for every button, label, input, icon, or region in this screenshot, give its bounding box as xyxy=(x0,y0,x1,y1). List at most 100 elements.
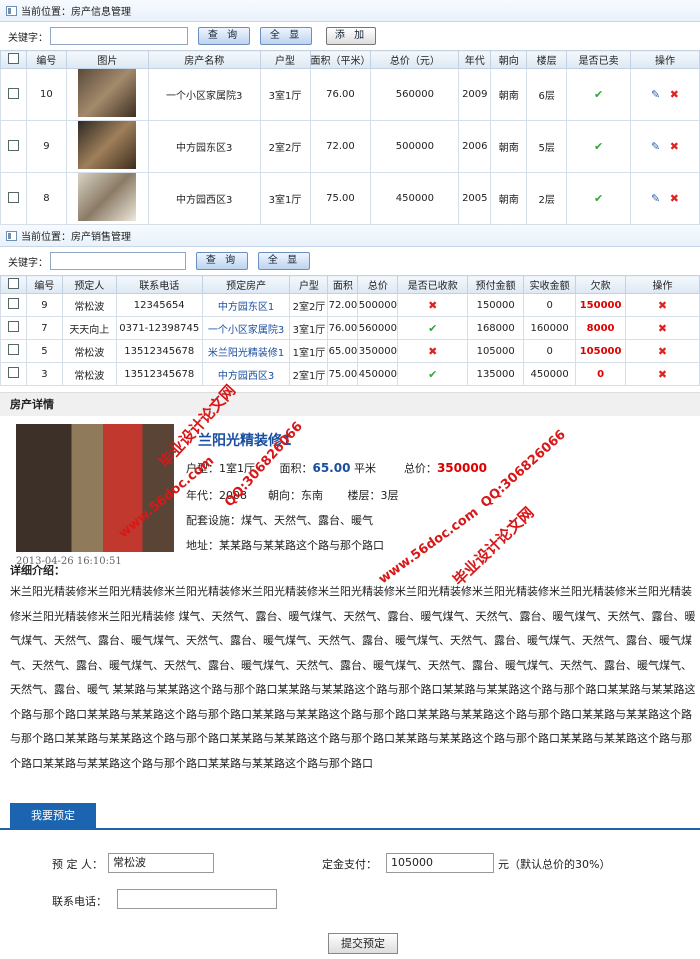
row-id: 10 xyxy=(25,68,67,121)
person-label: 预 定 人： xyxy=(52,858,103,871)
house-layout: 2室2厅 xyxy=(259,120,311,173)
person-input[interactable]: 常松波 xyxy=(108,853,214,873)
col-header: 编号 xyxy=(25,275,63,294)
keyword-label: 关键字： xyxy=(8,32,48,44)
search-bar: 关键字： 查 询 全 显 xyxy=(0,247,700,275)
booked-house-link[interactable]: 中方园东区1 xyxy=(201,293,291,317)
breadcrumb-text: 当前位置：房产销售管理 xyxy=(21,232,131,243)
actual-amount: 450000 xyxy=(523,362,577,386)
direction-text: 朝向：东南 xyxy=(267,489,323,502)
house-name: 中方园东区3 xyxy=(147,120,261,173)
owed-amount: 150000 xyxy=(575,293,627,317)
sales-table: 编号 预定人 联系电话 预定房产 户型 面积 总价 是否已收款 预付金额 实收金… xyxy=(0,275,700,386)
buyer-phone: 0371-12398745 xyxy=(115,316,203,340)
prepay-amount: 150000 xyxy=(467,293,525,317)
col-header: 年代 xyxy=(458,50,492,69)
owed-amount: 8000 xyxy=(575,316,627,340)
house-specs: 户型：1室1厅 面积：65.00 平米 总价：350000 xyxy=(186,460,487,476)
actual-amount: 0 xyxy=(523,339,577,363)
breadcrumb-sales: 当前位置：房产销售管理 xyxy=(0,225,700,247)
row-checkbox[interactable] xyxy=(7,367,19,378)
search-button[interactable]: 查 询 xyxy=(196,252,248,270)
col-header: 面积 xyxy=(327,275,359,294)
delete-icon[interactable]: ✖ xyxy=(658,299,667,312)
col-header: 欠款 xyxy=(575,275,627,294)
house-layout: 1室1厅 xyxy=(289,339,329,363)
house-year: 2005 xyxy=(458,172,492,225)
row-id: 9 xyxy=(25,293,63,317)
row-checkbox[interactable] xyxy=(7,191,19,203)
booked-house-link[interactable]: 中方园西区3 xyxy=(201,362,291,386)
buyer-name: 常松波 xyxy=(61,362,117,386)
house-year: 2009 xyxy=(458,68,492,121)
house-layout: 3室1厅 xyxy=(289,316,329,340)
booked-house-link[interactable]: 一个小区家属院3 xyxy=(201,316,291,340)
house-direction: 朝南 xyxy=(490,120,528,173)
delete-icon[interactable]: ✖ xyxy=(658,368,667,381)
buyer-name: 天天向上 xyxy=(61,316,117,340)
col-header: 图片 xyxy=(65,50,149,69)
house-info-table: 编号 图片 房产名称 户型 面积（平米） 总价（元） 年代 朝向 楼层 是否已卖… xyxy=(0,50,700,225)
col-header: 户型 xyxy=(259,50,311,69)
booked-house-link[interactable]: 米兰阳光精装修1 xyxy=(201,339,291,363)
check-icon: ✔ xyxy=(593,140,604,153)
owed-amount: 105000 xyxy=(575,339,627,363)
tab-booking[interactable]: 我要预定 xyxy=(10,803,96,830)
table-row: 9 中方园东区3 2室2厅 72.00 500000 2006 朝南 5层 ✔ … xyxy=(0,120,700,173)
col-header: 预定房产 xyxy=(201,275,291,294)
window-icon xyxy=(6,5,17,16)
house-name: 一个小区家属院3 xyxy=(147,68,261,121)
row-id: 8 xyxy=(25,172,67,225)
deposit-input[interactable]: 105000 xyxy=(386,853,494,873)
delete-icon[interactable]: ✖ xyxy=(658,322,667,335)
house-year: 2006 xyxy=(458,120,492,173)
buyer-phone: 13512345678 xyxy=(115,339,203,363)
select-all-checkbox[interactable] xyxy=(7,277,19,289)
select-all-checkbox[interactable] xyxy=(7,52,19,64)
keyword-input[interactable] xyxy=(50,252,186,270)
search-button[interactable]: 查 询 xyxy=(198,27,250,45)
booking-tab-bar: 我要预定 xyxy=(0,800,700,830)
keyword-input[interactable] xyxy=(50,27,188,45)
house-area: 72.00 xyxy=(327,293,359,317)
submit-booking-button[interactable]: 提交预定 xyxy=(328,933,398,954)
delete-icon[interactable]: ✖ xyxy=(670,192,679,205)
edit-icon[interactable]: ✎ xyxy=(651,88,660,101)
owed-amount: 0 xyxy=(575,362,627,386)
col-header: 面积（平米） xyxy=(309,50,372,69)
house-area: 76.00 xyxy=(327,316,359,340)
col-header: 总价 xyxy=(357,275,399,294)
delete-icon[interactable]: ✖ xyxy=(658,345,667,358)
col-header: 预付金额 xyxy=(467,275,525,294)
col-header: 操作 xyxy=(630,50,700,69)
row-checkbox[interactable] xyxy=(7,139,19,151)
col-header: 是否已收款 xyxy=(397,275,469,294)
house-area: 65.00 xyxy=(327,339,359,363)
row-checkbox[interactable] xyxy=(7,344,19,355)
house-title: 兰阳光精装修1 xyxy=(198,433,292,449)
prepay-amount: 168000 xyxy=(467,316,525,340)
house-photo xyxy=(16,424,174,552)
edit-icon[interactable]: ✎ xyxy=(651,192,660,205)
add-button[interactable]: 添 加 xyxy=(326,27,376,45)
phone-input[interactable] xyxy=(117,889,277,909)
row-checkbox[interactable] xyxy=(7,298,19,309)
house-direction: 朝南 xyxy=(490,68,528,121)
row-checkbox[interactable] xyxy=(7,321,19,332)
house-price: 500000 xyxy=(370,120,460,173)
row-checkbox[interactable] xyxy=(7,87,19,99)
edit-icon[interactable]: ✎ xyxy=(651,140,660,153)
house-floor: 2层 xyxy=(526,172,568,225)
row-id: 3 xyxy=(25,362,63,386)
house-thumbnail xyxy=(78,173,137,221)
year-text: 年代：2008 xyxy=(186,489,247,502)
delete-icon[interactable]: ✖ xyxy=(670,140,679,153)
house-price: 450000 xyxy=(357,362,399,386)
show-all-button[interactable]: 全 显 xyxy=(258,252,310,270)
buyer-name: 常松波 xyxy=(61,293,117,317)
house-thumbnail xyxy=(78,121,137,169)
delete-icon[interactable]: ✖ xyxy=(670,88,679,101)
show-all-button[interactable]: 全 显 xyxy=(260,27,312,45)
col-header: 楼层 xyxy=(526,50,568,69)
col-header: 是否已卖 xyxy=(566,50,632,69)
